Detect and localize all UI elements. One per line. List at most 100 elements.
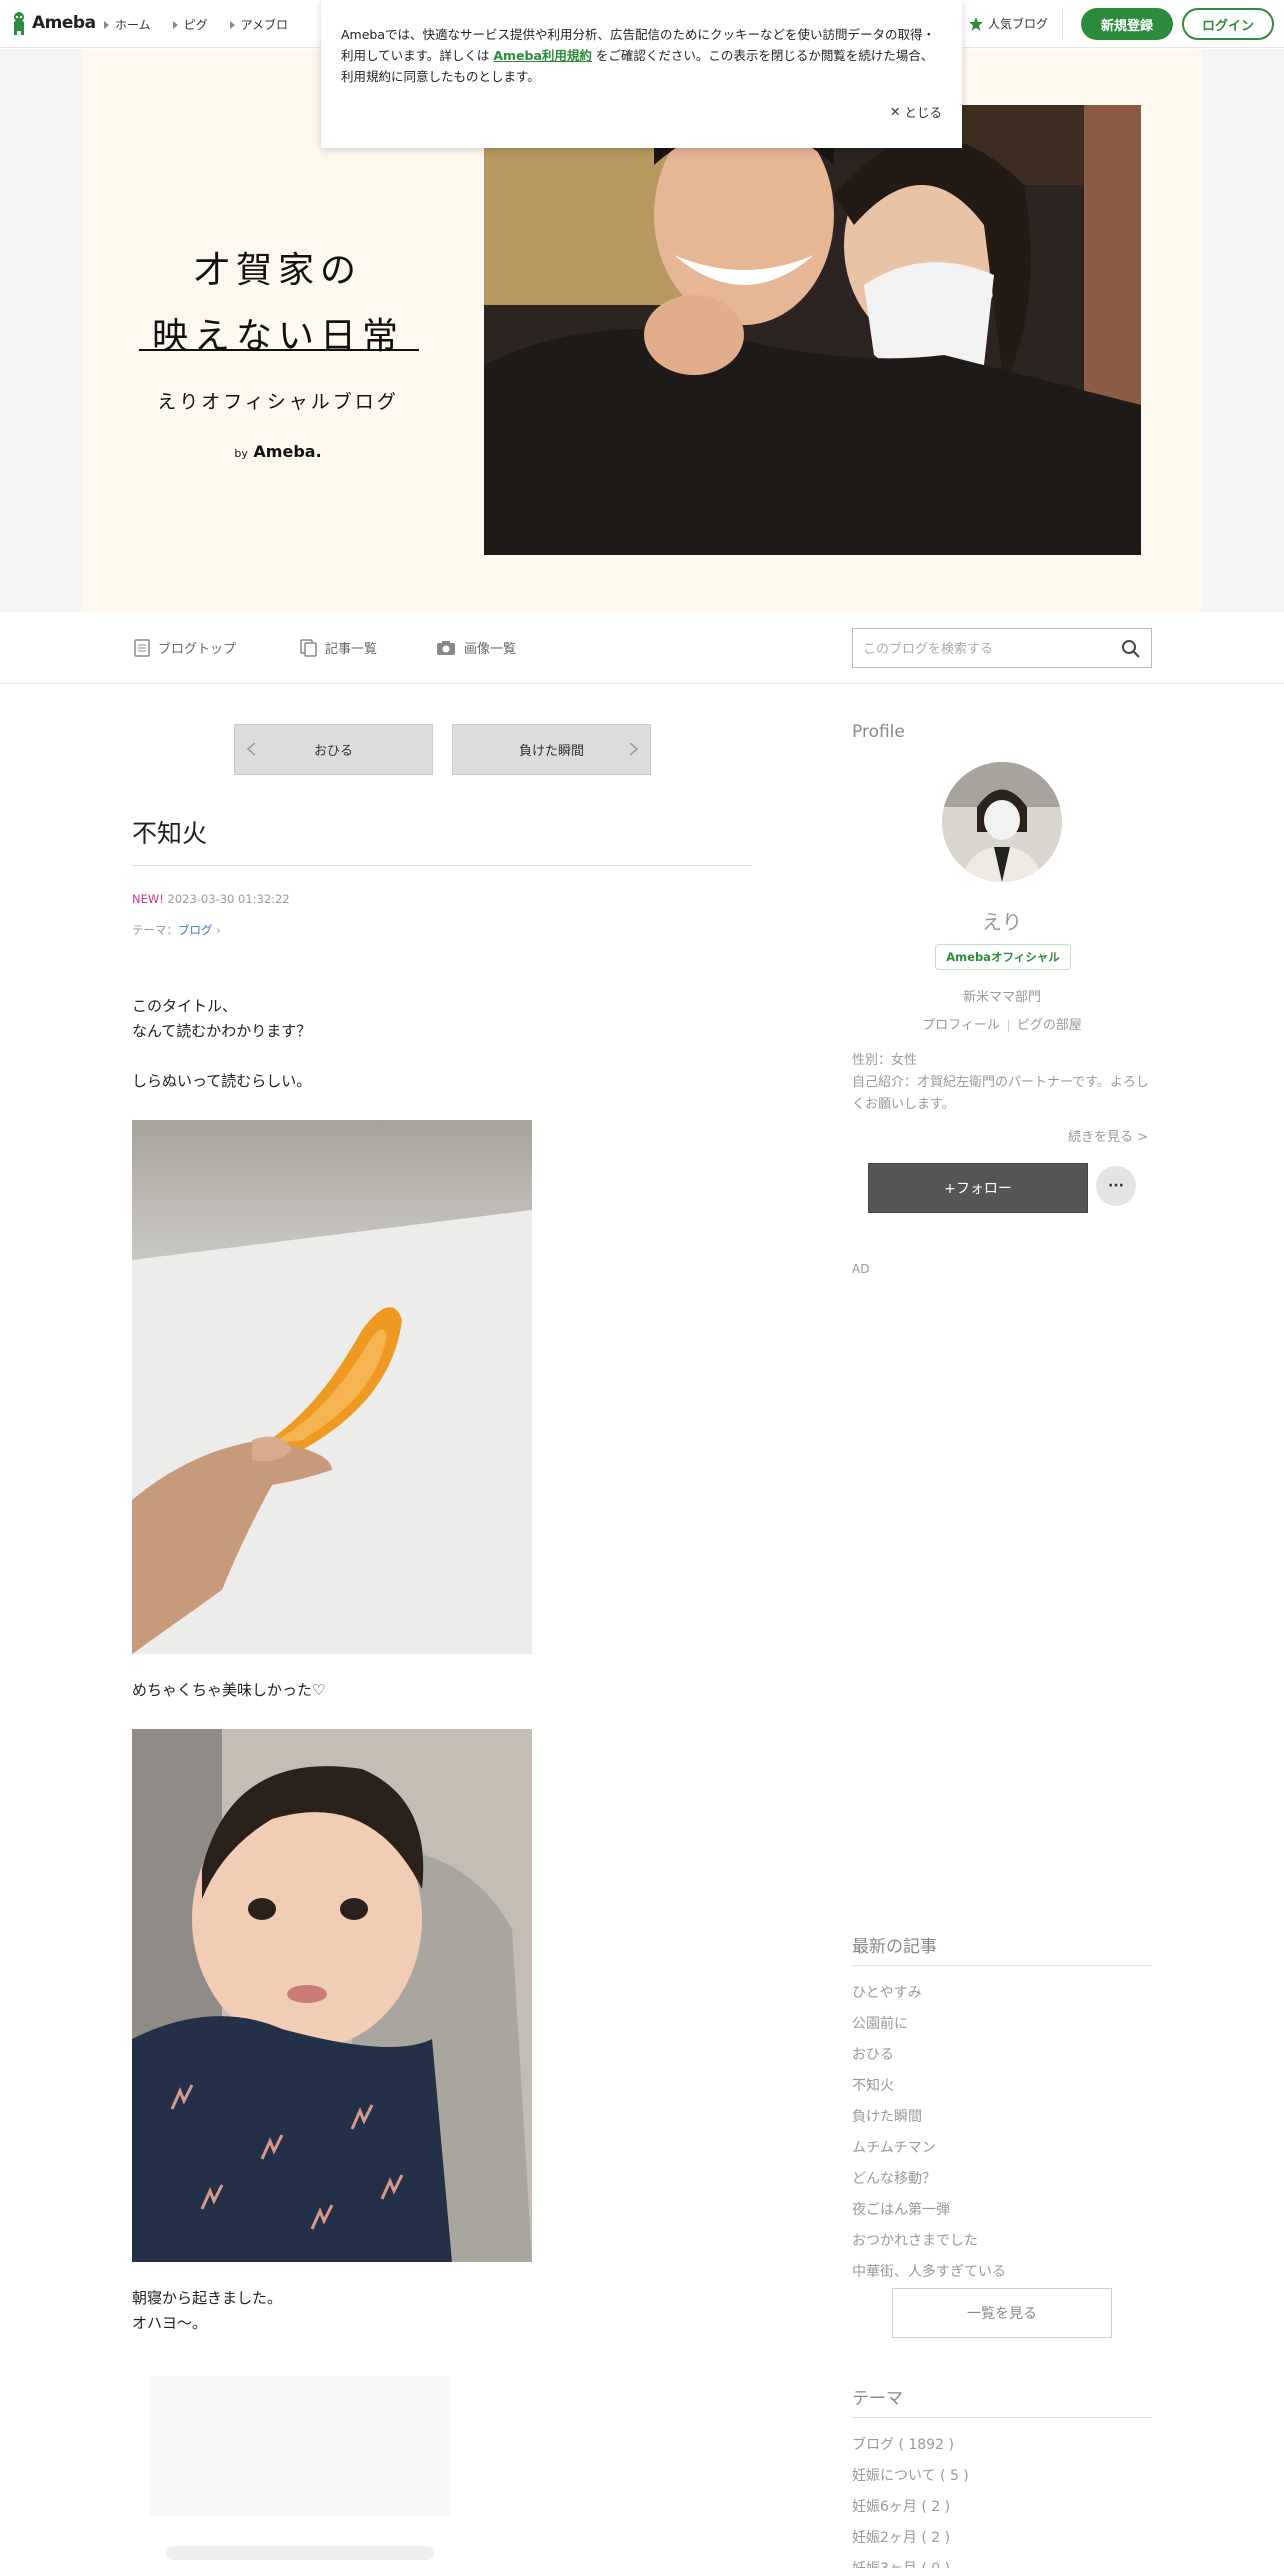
orange-slice-image xyxy=(132,1120,532,1654)
prev-article-label: おひる xyxy=(313,744,353,759)
more-options-button[interactable]: ··· xyxy=(1096,1166,1136,1206)
copy-icon xyxy=(300,638,317,657)
nav-home-label: ホーム xyxy=(115,18,151,32)
nav-image-list[interactable]: 画像一覧 xyxy=(436,638,516,657)
official-badge: Amebaオフィシャル xyxy=(935,944,1071,970)
theme-link[interactable]: ブログ xyxy=(178,923,213,937)
theme-item[interactable]: ブログ ( 1892 ) xyxy=(852,2434,1152,2465)
title-rule xyxy=(132,865,752,866)
search-input[interactable] xyxy=(863,638,1103,658)
nav-ameblo[interactable]: アメブロ xyxy=(229,16,288,33)
article-title: 不知火 xyxy=(132,819,208,848)
header-divider xyxy=(1062,8,1063,40)
blog-subtitle: えりオフィシャルブログ xyxy=(157,391,399,413)
paragraph-4: 朝寝から起きました。 オハヨ〜。 xyxy=(132,2286,282,2336)
triangle-icon xyxy=(229,20,235,29)
loading-bar xyxy=(166,2546,434,2560)
document-icon xyxy=(134,638,150,657)
nav-home[interactable]: ホーム xyxy=(104,16,151,33)
blog-nav: ブログトップ 記事一覧 画像一覧 xyxy=(0,612,1284,684)
next-article-button[interactable]: 負けた瞬間 xyxy=(452,724,651,775)
paragraph-1-line-1: このタイトル、 xyxy=(132,997,238,1015)
embed-placeholder xyxy=(150,2376,450,2516)
recent-articles-heading: 最新の記事 xyxy=(852,1932,1152,1966)
register-button[interactable]: 新規登録 xyxy=(1081,8,1173,40)
cookie-banner: Amebaでは、快適なサービス提供や利用分析、広告配信のためにクッキーなどを使い… xyxy=(321,0,962,148)
profile-heading: Profile xyxy=(852,722,905,742)
popular-blog-link[interactable]: 人気ブログ xyxy=(968,15,1048,32)
avatar[interactable] xyxy=(942,762,1062,882)
title-divider xyxy=(139,349,419,351)
read-more-link[interactable]: 続きを見る > xyxy=(1068,1126,1148,1145)
view-list-button[interactable]: 一覧を見る xyxy=(892,2288,1112,2338)
nav-pigg[interactable]: ピグ xyxy=(172,16,208,33)
recent-article-item[interactable]: おひる xyxy=(852,2044,1152,2075)
paragraph-3: めちゃくちゃ美味しかった♡ xyxy=(132,1681,326,1699)
ameba-mascot-icon xyxy=(14,12,24,35)
article-theme: テーマ：ブログ › xyxy=(132,922,221,938)
theme-prefix: テーマ： xyxy=(132,923,178,937)
profile-category[interactable]: 新米ママ部門 xyxy=(852,986,1152,1005)
recent-article-item[interactable]: 夜ごはん第一弾 xyxy=(852,2199,1152,2230)
by-ameba: by Ameba. xyxy=(82,442,474,461)
recent-articles-list: ひとやすみ 公園前に おひる 不知火 負けた瞬間 ムチムチマン どんな移動？ 夜… xyxy=(852,1982,1152,2292)
by-label: by xyxy=(234,447,248,460)
recent-article-item[interactable]: 負けた瞬間 xyxy=(852,2106,1152,2137)
couple-photo xyxy=(484,105,1141,555)
profile-name[interactable]: えり xyxy=(852,906,1152,935)
link-separator xyxy=(1007,1019,1009,1032)
ad-label: AD xyxy=(852,1262,870,1276)
recent-article-item[interactable]: 公園前に xyxy=(852,2013,1152,2044)
nav-article-list[interactable]: 記事一覧 xyxy=(300,638,377,657)
search-icon[interactable] xyxy=(1121,639,1141,659)
baby-photo[interactable] xyxy=(132,1729,532,2262)
profile-intro: 自己紹介：才賀紀左衛門のパートナーです。よろしくお願いします。 xyxy=(852,1075,1149,1112)
nav-article-list-label: 記事一覧 xyxy=(325,642,378,657)
next-article-label: 負けた瞬間 xyxy=(518,744,584,759)
avatar-image xyxy=(942,762,1062,882)
cookie-close-label: とじる xyxy=(904,105,942,120)
popular-blog-label: 人気ブログ xyxy=(988,17,1049,31)
blog-search xyxy=(852,628,1152,668)
cookie-text: Amebaでは、快適なサービス提供や利用分析、広告配信のためにクッキーなどを使い… xyxy=(341,24,941,87)
by-brand: Ameba. xyxy=(253,442,322,461)
profile-links: プロフィール ピグの部屋 xyxy=(852,1014,1152,1033)
follow-button[interactable]: +フォロー xyxy=(868,1163,1088,1213)
profile-link[interactable]: プロフィール xyxy=(922,1018,1000,1033)
profile-info: 性別：女性 自己紹介：才賀紀左衛門のパートナーです。よろしくお願いします。 xyxy=(852,1050,1152,1116)
blog-title-line1: 才賀家の xyxy=(193,250,362,291)
blog-title-line2: 映えない日常 xyxy=(151,316,404,357)
paragraph-4-line-1: 朝寝から起きました。 xyxy=(132,2289,283,2307)
new-badge: NEW! xyxy=(132,892,164,906)
cookie-close-button[interactable]: ✕ とじる xyxy=(890,102,942,121)
prev-article-button[interactable]: おひる xyxy=(234,724,433,775)
nav-blog-top[interactable]: ブログトップ xyxy=(134,638,236,657)
triangle-icon xyxy=(104,20,109,29)
paragraph-4-line-2: オハヨ〜。 xyxy=(132,2314,208,2332)
recent-article-item[interactable]: 不知火 xyxy=(852,2075,1152,2106)
terms-link[interactable]: Ameba利用規約 xyxy=(493,48,592,63)
ameba-logo[interactable]: Ameba xyxy=(10,11,96,35)
global-nav: ホーム ピグ アメブロ xyxy=(104,16,288,33)
theme-item[interactable]: 妊娠について ( 5 ) xyxy=(852,2465,1152,2496)
star-icon xyxy=(969,16,983,31)
theme-item[interactable]: 妊娠3ヶ月 ( 0 ) xyxy=(852,2558,1152,2568)
nav-pigg-label: ピグ xyxy=(183,18,208,32)
recent-article-item[interactable]: どんな移動？ xyxy=(852,2168,1152,2199)
login-button[interactable]: ログイン xyxy=(1182,8,1274,40)
profile-gender: 性別：女性 xyxy=(852,1053,918,1068)
orange-photo[interactable] xyxy=(132,1120,532,1654)
nav-blog-top-label: ブログトップ xyxy=(158,642,237,657)
triangle-icon xyxy=(172,20,178,29)
theme-list: ブログ ( 1892 ) 妊娠について ( 5 ) 妊娠6ヶ月 ( 2 ) 妊娠… xyxy=(852,2434,1152,2568)
recent-article-item[interactable]: おつかれさまでした xyxy=(852,2230,1152,2261)
theme-item[interactable]: 妊娠6ヶ月 ( 2 ) xyxy=(852,2496,1152,2527)
pigg-room-link[interactable]: ピグの部屋 xyxy=(1017,1018,1082,1033)
camera-icon xyxy=(437,640,455,655)
logo-text: Ameba xyxy=(32,13,96,33)
paragraph-1: このタイトル、 なんて読むかわかります？ xyxy=(132,994,311,1044)
recent-article-item[interactable]: ムチムチマン xyxy=(852,2137,1152,2168)
recent-article-item[interactable]: ひとやすみ xyxy=(852,1982,1152,2013)
baby-image xyxy=(132,1729,532,2262)
theme-item[interactable]: 妊娠2ヶ月 ( 2 ) xyxy=(852,2527,1152,2558)
